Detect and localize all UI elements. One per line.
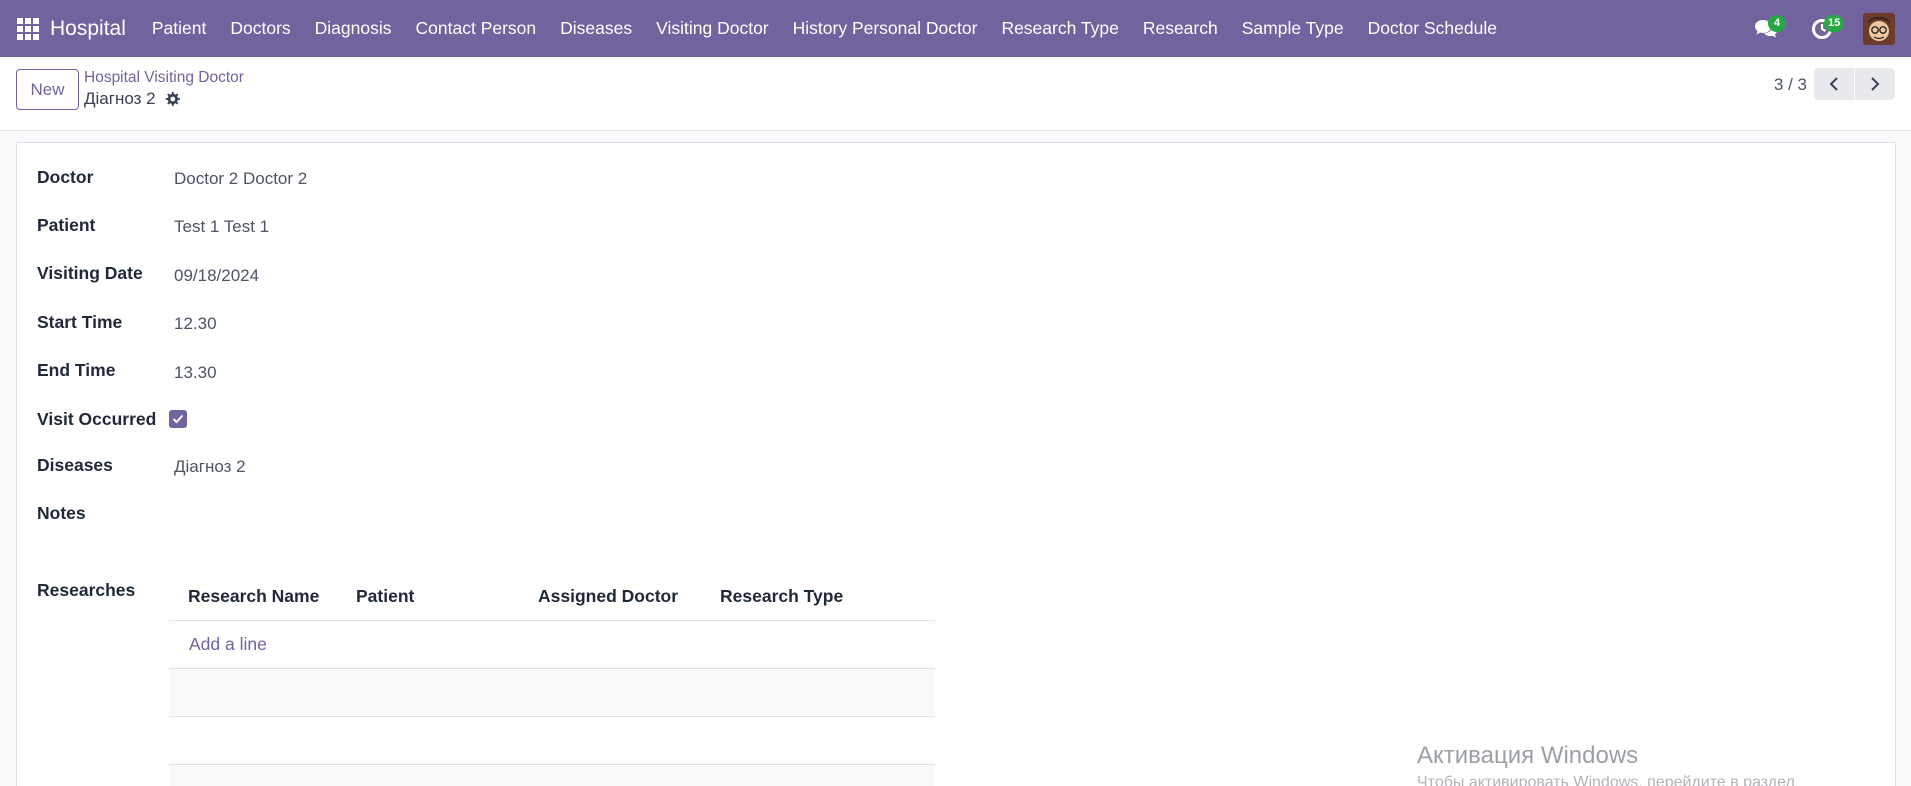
start-time-field[interactable]: 12.30 bbox=[174, 314, 217, 334]
end-time-label: End Time bbox=[37, 360, 116, 380]
messages-button[interactable]: 4 bbox=[1751, 14, 1786, 44]
activities-button[interactable]: 15 bbox=[1807, 14, 1845, 44]
user-avatar[interactable] bbox=[1863, 12, 1895, 45]
visiting-date-field[interactable]: 09/18/2024 bbox=[174, 266, 259, 286]
windows-activation-title: Активация Windows bbox=[1417, 742, 1639, 769]
notes-label: Notes bbox=[37, 503, 86, 523]
form-sheet: Doctor Doctor 2 Doctor 2 Patient Test 1 … bbox=[16, 142, 1896, 786]
menu-item-diagnosis[interactable]: Diagnosis bbox=[303, 18, 404, 39]
diseases-label: Diseases bbox=[37, 455, 113, 475]
menu-item-sample-type[interactable]: Sample Type bbox=[1230, 18, 1356, 39]
main-menu: Patient Doctors Diagnosis Contact Person… bbox=[140, 18, 1509, 39]
record-name-text: Діагноз 2 bbox=[84, 89, 156, 108]
menu-item-visiting-doctor[interactable]: Visiting Doctor bbox=[644, 18, 781, 39]
visit-occurred-label: Visit Occurred bbox=[37, 409, 157, 429]
windows-activation-subtitle: Чтобы активировать Windows, перейдите в … bbox=[1417, 774, 1795, 786]
messages-count-badge: 4 bbox=[1768, 14, 1786, 32]
menu-item-research-type[interactable]: Research Type bbox=[989, 18, 1130, 39]
menu-item-contact-person[interactable]: Contact Person bbox=[404, 18, 549, 39]
patient-field[interactable]: Test 1 Test 1 bbox=[174, 217, 269, 237]
control-panel: New Hospital Visiting Doctor Діагноз 2 3… bbox=[0, 57, 1911, 131]
chevron-left-icon bbox=[1829, 77, 1838, 91]
systray: 4 15 bbox=[1751, 0, 1911, 57]
add-line-link[interactable]: Add a line bbox=[189, 634, 267, 655]
visit-occurred-checkbox[interactable] bbox=[169, 410, 187, 428]
chevron-right-icon bbox=[1871, 77, 1880, 91]
menu-item-history-personal-doctor[interactable]: History Personal Doctor bbox=[781, 18, 990, 39]
record-title: Діагноз 2 bbox=[84, 89, 181, 109]
pager-previous-button[interactable] bbox=[1814, 68, 1854, 100]
researches-label: Researches bbox=[37, 580, 136, 600]
end-time-field[interactable]: 13.30 bbox=[174, 363, 217, 383]
column-research-name[interactable]: Research Name bbox=[188, 586, 356, 607]
visiting-date-label: Visiting Date bbox=[37, 263, 143, 283]
researches-table: Research Name Patient Assigned Doctor Re… bbox=[169, 573, 935, 786]
menu-item-patient[interactable]: Patient bbox=[140, 18, 218, 39]
menu-item-research[interactable]: Research bbox=[1131, 18, 1230, 39]
new-button[interactable]: New bbox=[16, 69, 79, 110]
column-assigned-doctor[interactable]: Assigned Doctor bbox=[538, 586, 720, 607]
table-row bbox=[169, 717, 935, 765]
menu-item-diseases[interactable]: Diseases bbox=[548, 18, 644, 39]
doctor-field[interactable]: Doctor 2 Doctor 2 bbox=[174, 169, 307, 189]
patient-label: Patient bbox=[37, 215, 96, 235]
start-time-label: Start Time bbox=[37, 312, 123, 332]
activities-count-badge: 15 bbox=[1824, 14, 1845, 32]
column-research-type[interactable]: Research Type bbox=[720, 586, 900, 607]
diseases-field[interactable]: Діагноз 2 bbox=[174, 457, 246, 477]
table-header: Research Name Patient Assigned Doctor Re… bbox=[169, 573, 935, 621]
checkmark-icon bbox=[172, 414, 184, 424]
breadcrumb-parent[interactable]: Hospital Visiting Doctor bbox=[84, 69, 244, 87]
pager-next-button[interactable] bbox=[1855, 68, 1895, 100]
avatar-image bbox=[1863, 12, 1895, 45]
menu-item-doctors[interactable]: Doctors bbox=[218, 18, 302, 39]
gear-icon[interactable] bbox=[165, 91, 181, 107]
column-patient[interactable]: Patient bbox=[356, 586, 538, 607]
doctor-label: Doctor bbox=[37, 167, 94, 187]
pager-value[interactable]: 3 / 3 bbox=[1774, 75, 1807, 95]
top-navbar: Hospital Patient Doctors Diagnosis Conta… bbox=[0, 0, 1911, 57]
menu-item-doctor-schedule[interactable]: Doctor Schedule bbox=[1356, 18, 1509, 39]
app-brand[interactable]: Hospital bbox=[50, 17, 126, 41]
table-row: Add a line bbox=[169, 621, 935, 669]
table-row bbox=[169, 765, 935, 786]
table-row bbox=[169, 669, 935, 717]
apps-menu-icon[interactable] bbox=[17, 17, 39, 40]
